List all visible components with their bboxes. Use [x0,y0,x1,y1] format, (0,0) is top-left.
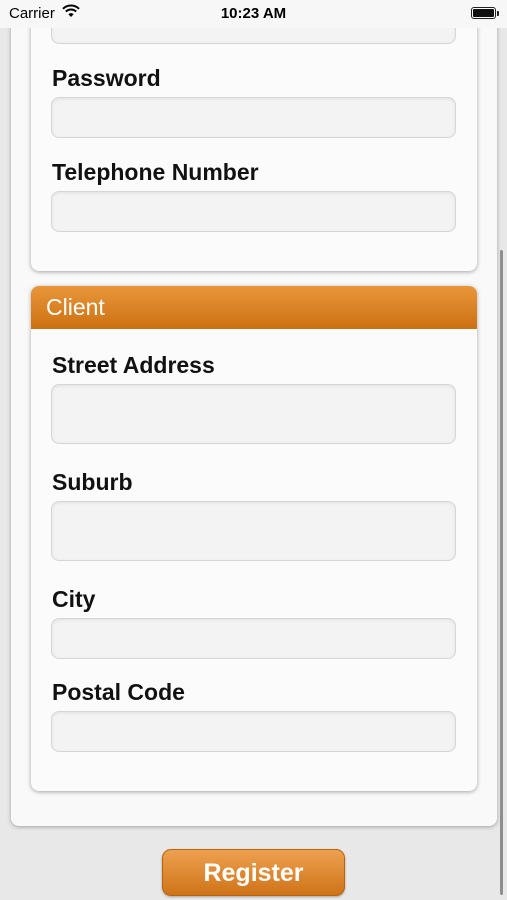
clock-label: 10:23 AM [220,5,287,22]
telephone-label: Telephone Number [52,159,259,185]
street-address-label: Street Address [52,352,215,378]
suburb-label: Suburb [52,469,133,495]
status-bar: Carrier 10:23 AM [0,0,507,28]
telephone-field[interactable] [51,191,456,232]
city-label: City [52,586,96,612]
street-address-field[interactable] [51,384,456,444]
client-card-title: Client [31,286,477,329]
battery-cap-icon [497,11,499,16]
postal-code-label: Postal Code [52,679,185,705]
suburb-field[interactable] [51,501,456,561]
register-button[interactable]: Register [162,849,345,896]
password-label: Password [52,65,161,91]
city-field[interactable] [51,618,456,659]
scrollbar[interactable] [500,250,503,895]
battery-icon [471,7,496,19]
password-field[interactable] [51,97,456,138]
postal-code-field[interactable] [51,711,456,752]
